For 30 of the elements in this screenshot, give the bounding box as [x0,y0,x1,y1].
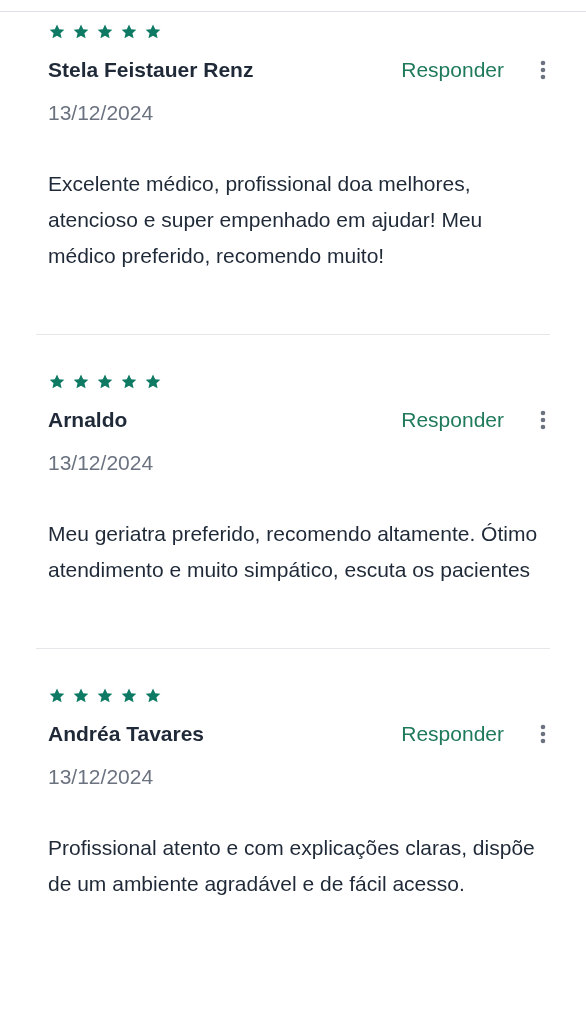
more-options-icon[interactable] [540,410,546,430]
more-options-icon[interactable] [540,60,546,80]
star-icon [144,687,162,705]
star-icon [96,687,114,705]
star-icon [120,23,138,41]
review-date: 13/12/2024 [48,764,155,790]
star-icon [48,373,66,391]
reply-button[interactable]: Responder [401,404,504,436]
star-icon [48,23,66,41]
more-options-icon[interactable] [540,724,546,744]
star-icon [144,23,162,41]
reply-button[interactable]: Responder [401,718,504,750]
star-icon [120,373,138,391]
review-date: 13/12/2024 [48,100,155,126]
star-icon [72,23,90,41]
reviewer-name: Arnaldo [48,407,129,434]
star-icon [72,687,90,705]
review-text: Excelente médico, profissional doa melhores, atencioso e super empenhado em ajudar! Meu médico preferido, recomendo muito! [48,171,484,269]
star-icon [96,23,114,41]
reply-button[interactable]: Responder [401,54,504,86]
reviewer-name: Stela Feistauer Renz [48,57,255,84]
reviewer-name: Andréa Tavares [48,721,206,748]
star-icon [120,687,138,705]
review-date: 13/12/2024 [48,450,155,476]
star-icon [96,373,114,391]
star-icon [48,687,66,705]
review-text: Profissional atento e com explicações claras, dispõe de um ambiente agradável e de fácil acesso. [48,835,536,897]
star-icon [72,373,90,391]
star-icon [144,373,162,391]
review-text: Meu geriatra preferido, recomendo altamente. Ótimo atendimento e muito simpático, escuta os pacientes [48,521,539,583]
